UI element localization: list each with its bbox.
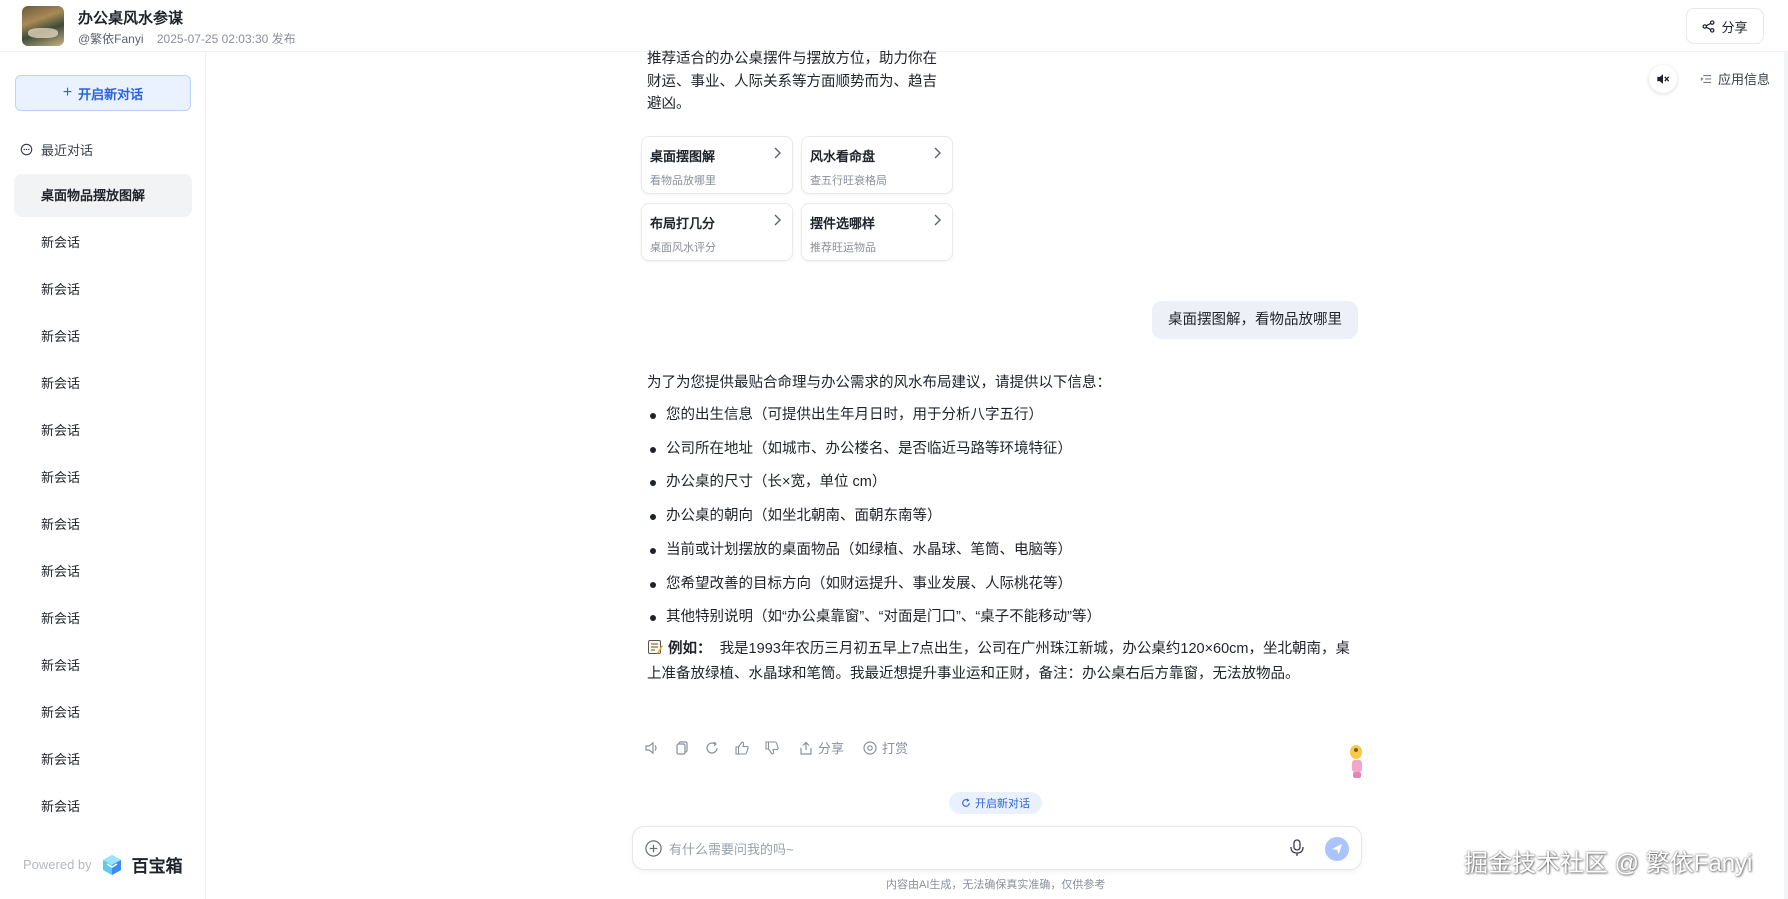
conversation-item[interactable]: 新会话	[14, 456, 192, 499]
recent-conversations-heading: 最近对话	[20, 140, 93, 159]
share-answer-label: 分享	[818, 741, 845, 756]
share-button[interactable]: 分享	[1686, 8, 1764, 44]
chevron-right-icon	[934, 147, 941, 159]
conversation-item[interactable]: 新会话	[14, 785, 192, 828]
intro-text: 推荐适合的办公桌摆件与摆放方位，助力你在财运、事业、人际关系等方面顺势而为、趋吉…	[647, 51, 937, 112]
mascot-icon	[1350, 745, 1362, 778]
list-item: 办公桌的尺寸（长×宽，单位 cm）	[647, 466, 1351, 500]
conversation-item[interactable]: 新会话	[14, 644, 192, 687]
example-text: 我是1993年农历三月初五早上7点出生，公司在广州珠江新城，办公桌约120×60…	[647, 640, 1350, 683]
example-label: 例如：	[668, 640, 712, 657]
new-chat-pill-label: 开启新对话	[975, 798, 1030, 810]
share-out-icon	[800, 741, 812, 755]
publish-time: 2025-07-25 02:03:30 发布	[156, 32, 296, 46]
new-chat-button[interactable]: + 开启新对话	[15, 75, 191, 111]
regenerate-icon[interactable]	[704, 740, 720, 756]
chevron-right-icon	[934, 214, 941, 226]
sidebar: + 开启新对话 最近对话 桌面物品摆放图解 新会话 新会话 新会话 新会话 新会…	[0, 52, 206, 899]
send-button[interactable]	[1325, 837, 1349, 861]
list-item: 当前或计划摆放的桌面物品（如绿植、水晶球、笔筒、电脑等）	[647, 534, 1351, 568]
chat-input-box	[632, 826, 1362, 870]
conversation-list: 桌面物品摆放图解 新会话 新会话 新会话 新会话 新会话 新会话 新会话 新会话…	[14, 174, 192, 832]
suggestion-card[interactable]: 桌面摆图解 看物品放哪里	[641, 136, 793, 194]
conversation-item[interactable]: 新会话	[14, 691, 192, 734]
plus-icon: +	[62, 84, 73, 101]
app-header: 办公桌风水参谋 @繁依Fanyi 2025-07-25 02:03:30 发布 …	[0, 0, 1788, 52]
brand-name: 百宝箱	[131, 857, 183, 876]
conversation-item[interactable]: 新会话	[14, 550, 192, 593]
conversation-item[interactable]: 桌面物品摆放图解	[14, 174, 192, 217]
conversation-item[interactable]: 新会话	[14, 503, 192, 546]
tip-label: 打赏	[882, 741, 909, 756]
microphone-icon[interactable]	[1287, 838, 1307, 858]
tip-button[interactable]: 打赏	[862, 738, 908, 757]
conversation-item[interactable]: 新会话	[14, 268, 192, 311]
app-avatar	[22, 6, 64, 46]
info-list: 您的出生信息（可提供出生年月日时，用于分析八字五行） 公司所在地址（如城市、办公…	[647, 399, 1351, 635]
suggestion-card[interactable]: 摆件选哪样 推荐旺运物品	[801, 203, 953, 261]
author-name[interactable]: @繁依Fanyi	[78, 32, 144, 46]
list-item: 办公桌的朝向（如坐北朝南、面朝东南等）	[647, 500, 1351, 534]
add-attachment-icon[interactable]	[644, 839, 663, 858]
powered-by-label: Powered by	[23, 857, 92, 872]
watermark-text: 掘金技术社区 @ 繁依Fanyi	[1464, 850, 1753, 877]
list-item: 公司所在地址（如城市、办公楼名、是否临近马路等环境特征）	[647, 433, 1351, 467]
chat-input[interactable]	[669, 834, 1269, 864]
list-item: 您的出生信息（可提供出生年月日时，用于分析八字五行）	[647, 399, 1351, 433]
example-paragraph: 例如： 我是1993年农历三月初五早上7点出生，公司在广州珠江新城，办公桌约12…	[647, 637, 1351, 688]
coin-icon	[863, 740, 877, 755]
scrollbar[interactable]	[1784, 52, 1788, 899]
app-title: 办公桌风水参谋	[78, 10, 184, 27]
thumbs-down-icon[interactable]	[764, 740, 780, 756]
share-answer-button[interactable]: 分享	[798, 738, 844, 757]
suggestion-card[interactable]: 布局打几分 桌面风水评分	[641, 203, 793, 261]
powered-by: Powered by 百宝箱	[23, 852, 183, 877]
chevron-right-icon	[774, 214, 781, 226]
app-info-button[interactable]: 应用信息	[1700, 69, 1770, 88]
brand-logo-icon	[102, 854, 121, 875]
list-item: 您希望改善的目标方向（如财运提升、事业发展、人际桃花等）	[647, 568, 1351, 602]
user-message: 桌面摆图解，看物品放哪里	[1152, 301, 1358, 339]
conversation-item[interactable]: 新会话	[14, 362, 192, 405]
chevron-right-icon	[774, 147, 781, 159]
conversation-item[interactable]: 新会话	[14, 315, 192, 358]
conversation-item[interactable]: 新会话	[14, 221, 192, 264]
app-info-label: 应用信息	[1718, 72, 1771, 87]
chat-bubble-icon	[20, 143, 33, 156]
mute-button[interactable]	[1649, 65, 1677, 93]
message-actions: 分享 打赏	[644, 738, 908, 757]
send-icon	[1331, 843, 1343, 855]
new-chat-label: 开启新对话	[78, 86, 144, 102]
list-item: 其他特别说明（如“办公桌靠窗”、“对面是门口”、“桌子不能移动”等）	[647, 601, 1351, 635]
answer-lead: 为了为您提供最贴合命理与办公需求的风水布局建议，请提供以下信息：	[647, 375, 1111, 391]
app-meta: @繁依Fanyi 2025-07-25 02:03:30 发布	[78, 30, 296, 47]
chat-main: 推荐适合的办公桌摆件与摆放方位，助力你在财运、事业、人际关系等方面顺势而为、趋吉…	[206, 51, 1788, 899]
copy-icon[interactable]	[674, 740, 690, 756]
list-icon	[1700, 74, 1712, 83]
new-chat-pill[interactable]: 开启新对话	[949, 792, 1042, 814]
conversation-item[interactable]: 新会话	[14, 738, 192, 781]
suggestion-card[interactable]: 风水看命盘 查五行旺衰格局	[801, 136, 953, 194]
thumbs-up-icon[interactable]	[734, 740, 750, 756]
conversation-item[interactable]: 新会话	[14, 409, 192, 452]
share-icon	[1702, 19, 1715, 33]
muted-speaker-icon	[1657, 74, 1670, 84]
ai-disclaimer: 内容由AI生成，无法确保真实准确，仅供参考	[886, 879, 1106, 891]
refresh-icon	[962, 798, 970, 807]
speaker-icon[interactable]	[644, 740, 660, 756]
assistant-answer: 为了为您提供最贴合命理与办公需求的风水布局建议，请提供以下信息： 您的出生信息（…	[647, 369, 1351, 688]
conversation-item[interactable]: 新会话	[14, 597, 192, 640]
memo-icon	[648, 639, 663, 654]
share-label: 分享	[1721, 19, 1748, 35]
recent-label: 最近对话	[41, 143, 94, 158]
